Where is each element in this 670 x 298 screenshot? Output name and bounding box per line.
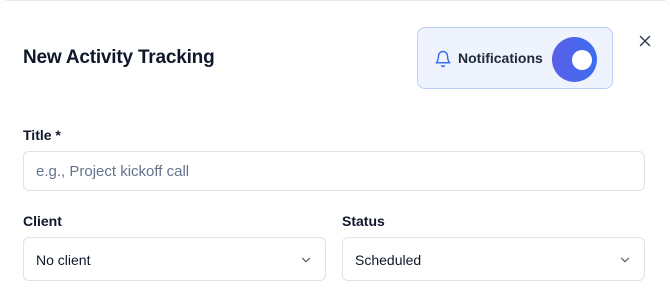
title-input[interactable] — [23, 151, 645, 191]
client-select-value: No client — [36, 252, 91, 268]
notifications-panel: Notifications — [417, 27, 613, 89]
title-field-label: Title * — [23, 127, 61, 143]
dialog-title: New Activity Tracking — [23, 47, 215, 68]
notifications-label: Notifications — [458, 50, 543, 66]
status-select[interactable]: Scheduled — [342, 237, 645, 281]
close-icon[interactable] — [636, 32, 654, 50]
chevron-down-icon — [301, 257, 311, 263]
status-select-value: Scheduled — [355, 252, 422, 268]
notifications-toggle[interactable] — [552, 37, 597, 82]
chevron-down-icon — [620, 257, 630, 263]
client-field-label: Client — [23, 213, 62, 229]
bell-icon — [435, 50, 451, 68]
status-field-label: Status — [342, 213, 385, 229]
client-select[interactable]: No client — [23, 237, 326, 281]
toggle-knob — [572, 50, 592, 70]
new-activity-dialog: New Activity Tracking Notifications Titl… — [0, 0, 670, 298]
